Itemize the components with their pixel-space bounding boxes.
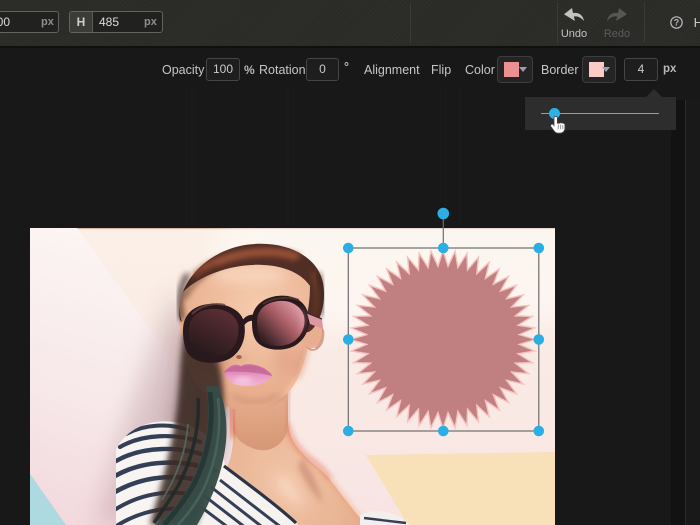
- svg-text:?: ?: [674, 18, 680, 28]
